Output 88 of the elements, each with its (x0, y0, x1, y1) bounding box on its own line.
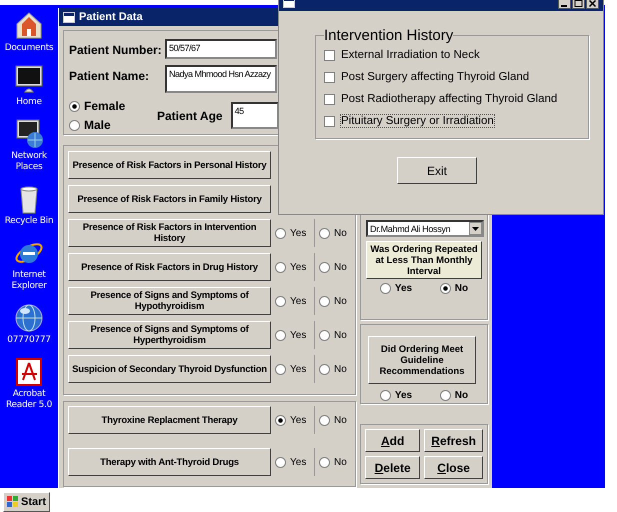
action-button[interactable]: Add (365, 429, 420, 452)
radio-button[interactable] (440, 390, 451, 401)
field-label: Patient Number: (69, 42, 163, 59)
checkbox-label: External Irradiation to Neck (340, 48, 481, 62)
panel-heading: Intervention History (324, 27, 454, 44)
radio-label: No (454, 283, 468, 294)
radio-label: No (334, 296, 347, 306)
question-button[interactable]: Therapy with Ant-Thyroid Drugs (68, 448, 271, 476)
globe-icon[interactable] (12, 302, 45, 334)
question-button[interactable]: Suspicion of Secondary Thyroid Dysfunction (68, 355, 271, 383)
radio-label: Female (84, 99, 126, 113)
doctor-dropdown[interactable]: Dr.Mahmd Ali Hossyn (366, 220, 484, 237)
question-button[interactable]: Presence of Risk Factors in Intervention History (68, 219, 271, 247)
question-button[interactable]: Presence of Signs and Symptoms of Hyperthyroidism (68, 321, 271, 349)
radio-button[interactable] (380, 390, 391, 401)
desktop-icon-label[interactable]: 07770777 (7, 335, 51, 346)
radio-button[interactable] (319, 414, 330, 426)
radio-label: Yes (394, 283, 412, 294)
radio-button[interactable] (319, 456, 330, 468)
window-title: Patient Data (79, 11, 143, 23)
radio-button[interactable] (275, 296, 286, 306)
radio-button[interactable] (275, 262, 286, 272)
checkbox-label: Post Radiotherapy affecting Thyroid Gland (340, 92, 558, 106)
radio-button[interactable] (319, 228, 330, 238)
radio-label: Yes (290, 364, 306, 374)
radio-label: No (334, 414, 347, 426)
radio-label: No (334, 262, 347, 272)
radio-button[interactable] (319, 296, 330, 306)
radio-label: No (334, 330, 347, 340)
windows-logo-icon (7, 496, 19, 508)
start-button[interactable]: Start (3, 492, 50, 512)
desktop-icon-label[interactable]: Recycle Bin (4, 216, 54, 227)
window-icon[interactable] (63, 12, 75, 22)
question-button[interactable]: Presence of Risk Factors in Drug History (68, 253, 271, 281)
radio-label: Yes (394, 390, 412, 401)
field-label: Patient Name: (69, 68, 150, 85)
radio-button[interactable] (380, 283, 391, 294)
checkbox-label: Post Surgery affecting Thyroid Gland (340, 70, 530, 84)
maximize-icon[interactable] (572, 0, 585, 9)
radio-button[interactable] (275, 330, 286, 340)
exit-button[interactable]: Exit (397, 157, 477, 184)
radio-label: No (334, 364, 347, 374)
question-button[interactable]: Was Ordering Repeated at Less Than Monthly Interval (366, 241, 482, 279)
desktop-icon-label[interactable]: Acrobat Reader 5.0 (0, 389, 58, 411)
radio-button[interactable] (69, 100, 80, 112)
desktop-icon-label[interactable]: Internet Explorer (0, 270, 58, 292)
radio-button[interactable] (275, 414, 286, 426)
action-button[interactable]: Refresh (424, 429, 483, 452)
radio-label: Yes (290, 296, 306, 306)
question-button[interactable]: Presence of Signs and Symptoms of Hypothyroidism (68, 287, 271, 315)
action-button[interactable]: Delete (365, 456, 420, 479)
radio-button[interactable] (319, 262, 330, 272)
question-button[interactable]: Did Ordering Meet Guideline Recommendations (368, 336, 476, 384)
radio-button[interactable] (319, 330, 330, 340)
radio-label: No (334, 228, 347, 238)
minimize-icon[interactable] (558, 0, 571, 9)
checkbox[interactable] (324, 116, 335, 126)
field-label: Patient Age (157, 108, 223, 122)
radio-button[interactable] (319, 364, 330, 374)
radio-button[interactable] (69, 120, 80, 130)
checkbox-label: Pituitary Surgery or Irradiation (340, 114, 495, 128)
radio-label: Yes (290, 414, 306, 426)
radio-label: No (454, 390, 468, 401)
question-button[interactable]: Presence of Risk Factors in Family History (68, 185, 271, 213)
patient-name-field[interactable]: Nadya Mhmood Hsn Azzazy (165, 65, 277, 93)
radio-label: No (334, 456, 347, 468)
radio-button[interactable] (275, 228, 286, 238)
patient-number-field[interactable]: 50/57/67 (165, 39, 277, 59)
radio-button[interactable] (275, 364, 286, 374)
checkbox[interactable] (324, 94, 335, 104)
question-button[interactable]: Presence of Risk Factors in Personal History (68, 151, 271, 179)
action-button[interactable]: Close (424, 456, 483, 479)
pdf-document-icon[interactable] (13, 356, 45, 388)
radio-label: Yes (290, 456, 306, 468)
radio-label: Yes (290, 262, 306, 272)
question-button[interactable]: Thyroxine Replacment Therapy (68, 406, 271, 434)
radio-label: Male (84, 118, 111, 132)
patient-age-field[interactable]: 45 (230, 102, 279, 129)
checkbox[interactable] (324, 72, 335, 82)
checkbox[interactable] (324, 50, 335, 60)
close-icon[interactable] (586, 0, 599, 9)
radio-label: Yes (290, 330, 306, 340)
radio-label: Yes (290, 228, 306, 238)
desktop-icon-label[interactable]: Network Places (0, 151, 58, 173)
radio-button[interactable] (440, 283, 451, 294)
desktop-icon-label[interactable]: Home (16, 97, 42, 108)
radio-button[interactable] (275, 456, 286, 468)
desktop-icon-label[interactable]: Documents (4, 43, 54, 54)
